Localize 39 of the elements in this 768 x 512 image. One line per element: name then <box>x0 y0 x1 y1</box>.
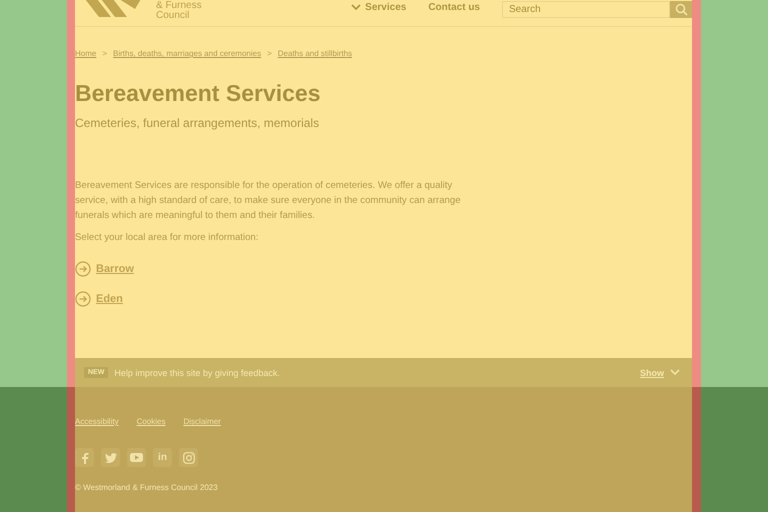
prompt-text: Select your local area for more information: <box>75 232 260 243</box>
social-button[interactable] <box>75 448 94 467</box>
nav-link[interactable]: Services <box>351 2 406 13</box>
social-button[interactable]: in <box>153 448 172 467</box>
arrow-circle-icon <box>75 261 91 277</box>
page-subtitle: Cemeteries, funeral arrangements, memorials <box>75 116 320 130</box>
breadcrumb-link[interactable]: Births, deaths, marriages and ceremonies <box>113 49 262 58</box>
show-toggle[interactable]: Show <box>640 368 664 378</box>
area-link[interactable]: Eden <box>96 293 123 305</box>
breadcrumb-separator: > <box>267 49 272 58</box>
page-title: Bereavement Services <box>75 79 322 108</box>
facebook-icon <box>80 452 90 464</box>
play-icon <box>130 453 143 462</box>
search-field[interactable]: Search <box>502 1 670 18</box>
arrow-circle-icon <box>75 291 91 307</box>
search-icon <box>674 3 688 16</box>
social-button[interactable] <box>101 448 120 467</box>
copyright-text: © Westmorland & Furness Council 2023 <box>75 483 219 492</box>
logo-text: & Furness <box>156 1 202 11</box>
linkedin-icon: in <box>158 452 167 463</box>
feedback-text: Help improve this site by giving feedback. <box>114 368 280 378</box>
search-button[interactable] <box>670 1 692 18</box>
footer-link[interactable]: Accessibility <box>75 417 119 426</box>
area-link[interactable]: Barrow <box>96 263 134 275</box>
nav-link[interactable]: Contact us <box>428 2 480 13</box>
footer-link[interactable]: Cookies <box>136 417 166 426</box>
chevron-down-icon <box>670 369 680 376</box>
logo-text: Council <box>156 11 190 21</box>
social-button[interactable] <box>179 448 198 467</box>
footer-link[interactable]: Disclaimer <box>183 417 221 426</box>
intro-paragraph: Bereavement Services are responsible for the operation of cemeteries. We offer a quality service, with a high standard of care, to make sure everyone in the community can arrange funerals which are meaningful to them and their families. <box>75 179 462 223</box>
breadcrumb-link[interactable]: Home <box>75 49 96 58</box>
logo-icon <box>85 0 141 17</box>
social-button[interactable] <box>127 448 146 467</box>
breadcrumb-link[interactable]: Deaths and stillbirths <box>278 49 352 58</box>
bird-icon <box>104 452 116 462</box>
breadcrumb-separator: > <box>102 49 108 58</box>
camera-icon <box>182 452 194 464</box>
chevron-down-icon <box>351 4 362 11</box>
